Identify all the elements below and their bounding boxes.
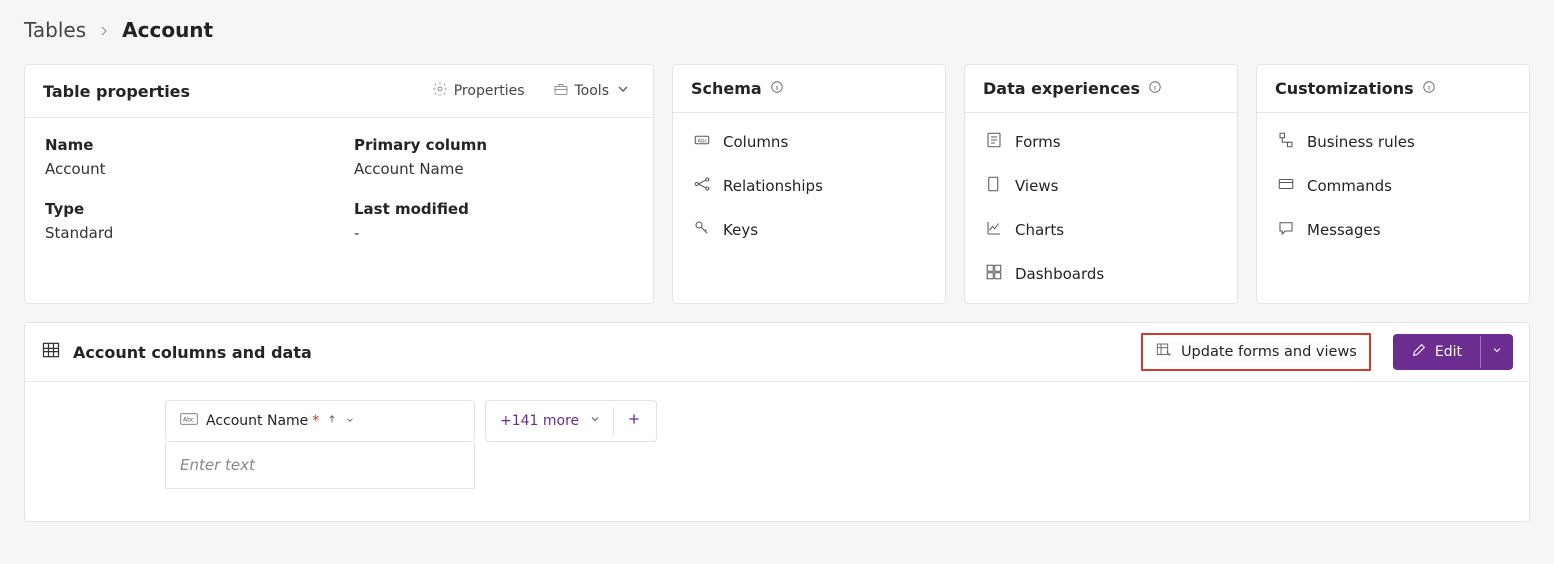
edit-button-split[interactable] bbox=[1480, 336, 1513, 368]
label-primary-column: Primary column bbox=[354, 136, 633, 154]
forms-icon bbox=[985, 131, 1003, 153]
label-name: Name bbox=[45, 136, 324, 154]
info-icon[interactable] bbox=[1422, 80, 1436, 98]
properties-label: Properties bbox=[454, 83, 525, 99]
enter-text-cell[interactable]: Enter text bbox=[165, 442, 475, 489]
card-header: Table properties Properties Tools bbox=[25, 65, 653, 118]
update-icon bbox=[1155, 341, 1173, 363]
data-dashboards[interactable]: Dashboards bbox=[985, 263, 1217, 285]
link-label: Commands bbox=[1307, 177, 1392, 195]
link-label: Forms bbox=[1015, 133, 1061, 151]
card-header: Schema bbox=[673, 65, 945, 113]
columns-icon: Abc bbox=[693, 131, 711, 153]
value-last-modified: - bbox=[354, 224, 633, 242]
edit-label: Edit bbox=[1435, 344, 1462, 360]
toolbox-icon bbox=[553, 81, 569, 101]
card-title: Customizations bbox=[1275, 79, 1414, 98]
views-icon bbox=[985, 175, 1003, 197]
link-label: Columns bbox=[723, 133, 788, 151]
cust-messages[interactable]: Messages bbox=[1277, 219, 1509, 241]
table-icon bbox=[41, 340, 61, 364]
relationships-icon bbox=[693, 175, 711, 197]
dashboards-icon bbox=[985, 263, 1003, 285]
properties-button[interactable]: Properties bbox=[428, 79, 529, 103]
card-title: Schema bbox=[691, 79, 762, 98]
schema-relationships[interactable]: Relationships bbox=[693, 175, 925, 197]
grid-area: Abc Account Name * +141 more bbox=[25, 382, 1529, 521]
cust-commands[interactable]: Commands bbox=[1277, 175, 1509, 197]
chevron-right-icon bbox=[98, 18, 110, 42]
value-type: Standard bbox=[45, 224, 324, 242]
label-type: Type bbox=[45, 200, 324, 218]
card-data-experiences: Data experiences Forms Views bbox=[964, 64, 1238, 304]
card-customizations: Customizations Business rules Commands bbox=[1256, 64, 1530, 304]
messages-icon bbox=[1277, 219, 1295, 241]
data-header: Account columns and data Update forms an… bbox=[25, 323, 1529, 382]
card-header: Data experiences bbox=[965, 65, 1237, 113]
card-header: Customizations bbox=[1257, 65, 1529, 113]
label-last-modified: Last modified bbox=[354, 200, 633, 218]
link-label: Charts bbox=[1015, 221, 1064, 239]
business-rules-icon bbox=[1277, 131, 1295, 153]
keys-icon bbox=[693, 219, 711, 241]
divider bbox=[613, 407, 614, 435]
column-name: Account Name bbox=[206, 413, 308, 429]
chevron-down-icon bbox=[589, 413, 601, 429]
value-name: Account bbox=[45, 160, 324, 178]
link-label: Keys bbox=[723, 221, 758, 239]
add-column-button[interactable] bbox=[626, 411, 642, 431]
card-schema: Schema Abc Columns Relationships bbox=[672, 64, 946, 304]
link-label: Views bbox=[1015, 177, 1058, 195]
chevron-down-icon bbox=[345, 413, 355, 429]
link-label: Messages bbox=[1307, 221, 1381, 239]
cust-business-rules[interactable]: Business rules bbox=[1277, 131, 1509, 153]
charts-icon bbox=[985, 219, 1003, 241]
edit-button-main[interactable]: Edit bbox=[1393, 334, 1480, 370]
info-icon[interactable] bbox=[770, 80, 784, 98]
more-label: +141 more bbox=[500, 413, 579, 429]
pencil-icon bbox=[1411, 342, 1427, 362]
card-title: Data experiences bbox=[983, 79, 1140, 98]
link-label: Relationships bbox=[723, 177, 823, 195]
data-charts[interactable]: Charts bbox=[985, 219, 1217, 241]
chevron-down-icon bbox=[1491, 344, 1503, 360]
data-forms[interactable]: Forms bbox=[985, 131, 1217, 153]
breadcrumb-current: Account bbox=[122, 18, 213, 42]
schema-columns[interactable]: Abc Columns bbox=[693, 131, 925, 153]
info-icon[interactable] bbox=[1148, 80, 1162, 98]
text-column-icon: Abc bbox=[180, 413, 198, 429]
properties-grid: Name Primary column Account Account Name… bbox=[45, 136, 633, 242]
edit-button[interactable]: Edit bbox=[1393, 334, 1513, 370]
tools-button[interactable]: Tools bbox=[549, 79, 636, 103]
breadcrumb: Tables Account bbox=[24, 18, 1530, 42]
update-label: Update forms and views bbox=[1181, 344, 1357, 360]
data-views[interactable]: Views bbox=[985, 175, 1217, 197]
gear-icon bbox=[432, 81, 448, 101]
chevron-down-icon bbox=[615, 81, 631, 101]
cards-row: Table properties Properties Tools Nam bbox=[24, 64, 1530, 304]
sort-asc-icon bbox=[327, 413, 337, 429]
commands-icon bbox=[1277, 175, 1295, 197]
link-label: Business rules bbox=[1307, 133, 1415, 151]
tools-label: Tools bbox=[575, 83, 610, 99]
schema-keys[interactable]: Keys bbox=[693, 219, 925, 241]
required-indicator: * bbox=[312, 413, 319, 429]
breadcrumb-root[interactable]: Tables bbox=[24, 18, 86, 42]
link-label: Dashboards bbox=[1015, 265, 1104, 283]
svg-text:Abc: Abc bbox=[698, 138, 708, 144]
card-table-properties: Table properties Properties Tools Nam bbox=[24, 64, 654, 304]
data-panel: Account columns and data Update forms an… bbox=[24, 322, 1530, 522]
more-columns-button[interactable]: +141 more bbox=[485, 400, 657, 442]
update-forms-views-button[interactable]: Update forms and views bbox=[1141, 333, 1371, 371]
column-header-account-name[interactable]: Abc Account Name * bbox=[165, 400, 475, 442]
data-section-title: Account columns and data bbox=[73, 343, 312, 362]
card-title: Table properties bbox=[43, 82, 190, 101]
value-primary-column: Account Name bbox=[354, 160, 633, 178]
svg-text:Abc: Abc bbox=[183, 416, 194, 423]
